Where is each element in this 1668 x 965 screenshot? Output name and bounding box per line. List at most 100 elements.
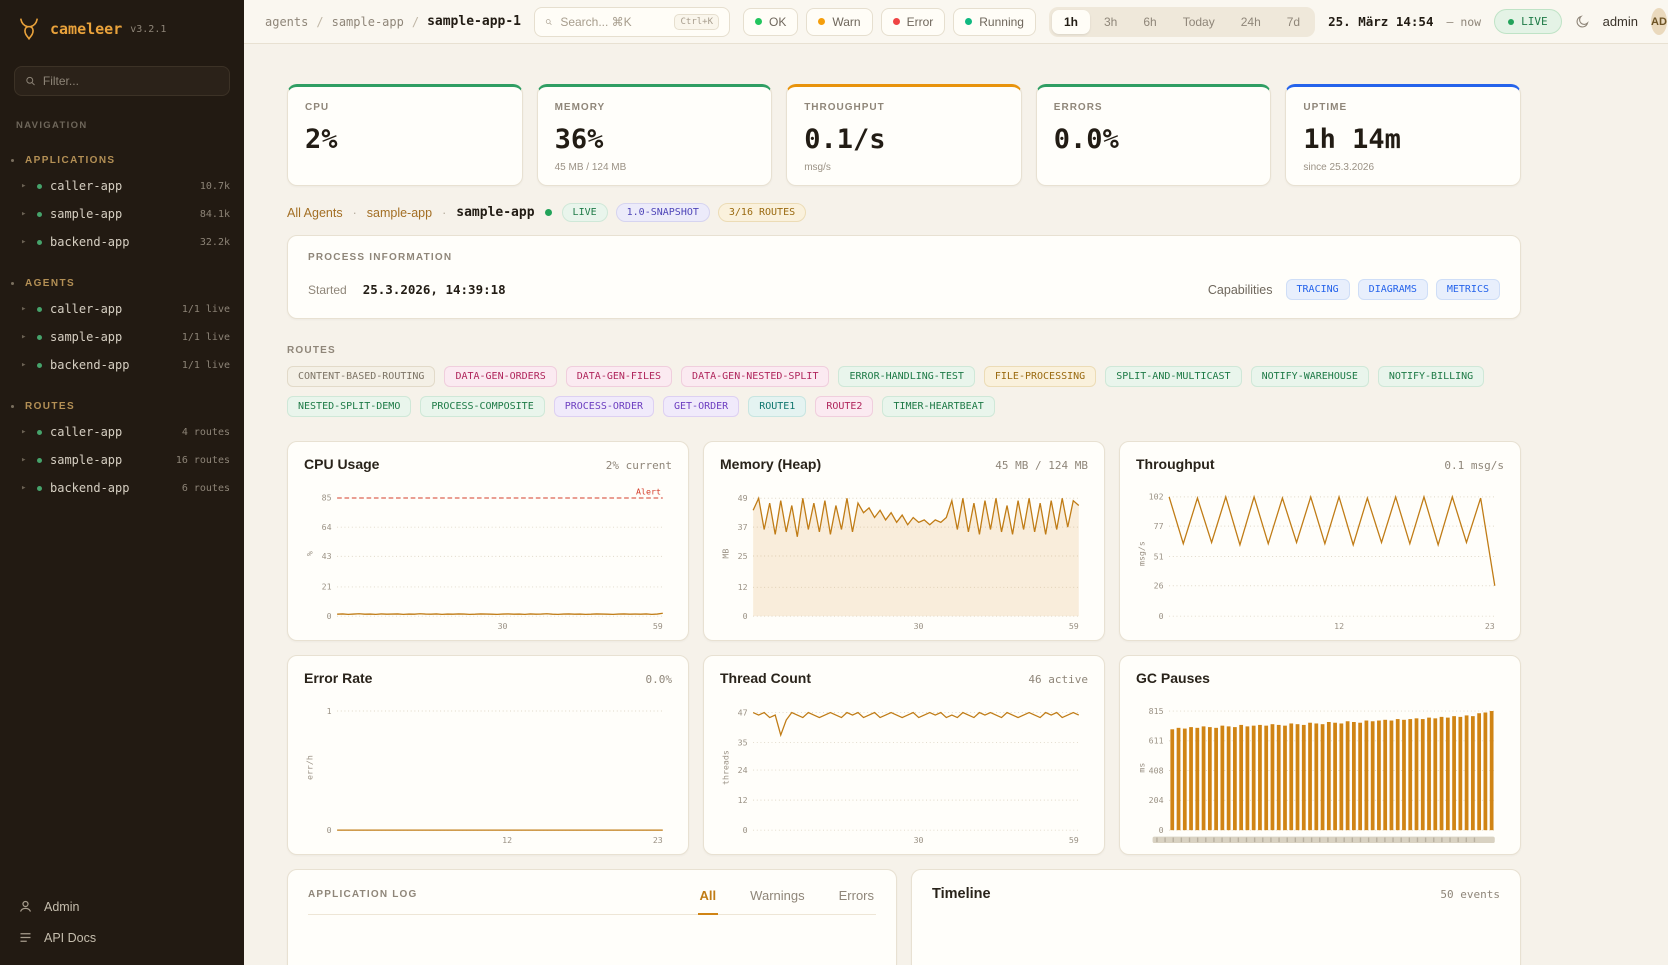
time-range-button[interactable]: 6h	[1131, 10, 1168, 34]
search-input[interactable]	[560, 15, 666, 29]
capability-chip[interactable]: METRICS	[1436, 279, 1500, 300]
topbar: agents / sample-app / sample-app-1 Ctrl+…	[244, 0, 1668, 44]
sidebar-item[interactable]: ▸ sample-app 16 routes	[0, 446, 244, 474]
svg-text:msg/s: msg/s	[1136, 541, 1146, 566]
app-logo[interactable]: cameleer v3.2.1	[0, 0, 244, 54]
chevron-right-icon: ▸	[21, 360, 29, 370]
capabilities-label: Capabilities	[1208, 283, 1273, 297]
svg-text:51: 51	[1154, 551, 1164, 561]
status-filter-chip[interactable]: Running	[953, 8, 1036, 36]
route-chip[interactable]: NOTIFY-WAREHOUSE	[1251, 366, 1369, 387]
sample-app-link[interactable]: sample-app	[367, 206, 432, 220]
sidebar-item-admin[interactable]: Admin	[18, 899, 226, 914]
status-filter-chip[interactable]: Warn	[806, 8, 872, 36]
section-bullet-icon	[11, 405, 14, 408]
chevron-right-icon: ▸	[21, 181, 29, 191]
chart-plot: 01err/h1223	[304, 694, 672, 846]
time-range-button[interactable]: 24h	[1229, 10, 1273, 34]
chart-card: CPU Usage 2% current 021436485%3059Alert	[287, 441, 689, 641]
chart-plot: 012243547threads3059	[720, 694, 1088, 846]
svg-text:30: 30	[498, 621, 508, 631]
chart-card: Error Rate 0.0% 01err/h1223	[287, 655, 689, 855]
route-chip[interactable]: ROUTE2	[815, 396, 873, 417]
metric-title: THROUGHPUT	[804, 102, 1004, 113]
route-chip[interactable]: CONTENT-BASED-ROUTING	[287, 366, 435, 387]
time-range-button[interactable]: 7d	[1275, 10, 1312, 34]
search-icon	[25, 75, 36, 87]
metric-title: ERRORS	[1054, 102, 1254, 113]
sidebar-section-routes: ROUTES ▸ caller-app 4 routes ▸ sample-ap…	[0, 395, 244, 502]
chart-current-value: 0.0%	[646, 673, 673, 686]
chevron-right-icon: ▸	[21, 483, 29, 493]
route-chip[interactable]: ERROR-HANDLING-TEST	[838, 366, 974, 387]
sidebar-item-badge: 1/1 live	[182, 332, 230, 343]
sidebar-item[interactable]: ▸ sample-app 1/1 live	[0, 323, 244, 351]
route-chip[interactable]: PROCESS-ORDER	[554, 396, 654, 417]
route-chip[interactable]: FILE-PROCESSING	[984, 366, 1096, 387]
status-dot-icon	[37, 430, 42, 435]
svg-text:47: 47	[738, 707, 748, 717]
metric-subtext: since 25.3.2026	[1303, 162, 1503, 174]
route-chip[interactable]: ROUTE1	[748, 396, 806, 417]
svg-text:0: 0	[327, 611, 332, 621]
dark-mode-toggle[interactable]	[1575, 14, 1590, 29]
svg-text:12: 12	[502, 835, 512, 845]
route-chip[interactable]: GET-ORDER	[663, 396, 739, 417]
time-range-button[interactable]: Today	[1171, 10, 1227, 34]
sidebar-item[interactable]: ▸ caller-app 4 routes	[0, 418, 244, 446]
sidebar-item[interactable]: ▸ sample-app 84.1k	[0, 200, 244, 228]
sidebar-footer-label: Admin	[44, 900, 79, 914]
chart-title: Throughput	[1136, 456, 1215, 472]
sidebar-footer: Admin API Docs	[0, 887, 244, 965]
status-filter-chip[interactable]: OK	[743, 8, 798, 36]
sidebar-item-badge: 84.1k	[200, 209, 230, 220]
bottom-row: APPLICATION LOG All Warnings Errors	[287, 869, 1521, 965]
sidebar-item[interactable]: ▸ caller-app 10.7k	[0, 172, 244, 200]
svg-text:25: 25	[738, 551, 748, 561]
status-filter-chip[interactable]: Error	[881, 8, 946, 36]
section-bullet-icon	[11, 282, 14, 285]
timeline-title: Timeline	[932, 886, 991, 902]
sidebar-item[interactable]: ▸ backend-app 32.2k	[0, 228, 244, 256]
svg-text:1: 1	[327, 706, 332, 716]
time-range-button[interactable]: 1h	[1052, 10, 1090, 34]
moon-icon	[1575, 14, 1590, 29]
sidebar-item[interactable]: ▸ caller-app 1/1 live	[0, 295, 244, 323]
log-tab[interactable]: Errors	[837, 888, 876, 915]
chart-card: Throughput 0.1 msg/s 0265177102msg/s1223	[1119, 441, 1521, 641]
breadcrumb-sample-app[interactable]: sample-app	[332, 15, 404, 29]
log-tab[interactable]: Warnings	[748, 888, 806, 915]
capability-chip[interactable]: DIAGRAMS	[1358, 279, 1428, 300]
application-log-title: APPLICATION LOG	[308, 889, 417, 914]
sidebar-filter-input[interactable]	[43, 74, 219, 88]
chart-plot: 012253749MB3059	[720, 480, 1088, 632]
route-chip[interactable]: DATA-GEN-NESTED-SPLIT	[681, 366, 829, 387]
route-chip[interactable]: NESTED-SPLIT-DEMO	[287, 396, 411, 417]
log-tab[interactable]: All	[698, 888, 719, 915]
route-chip[interactable]: NOTIFY-BILLING	[1378, 366, 1484, 387]
route-chip[interactable]: SPLIT-AND-MULTICAST	[1105, 366, 1241, 387]
sidebar-item[interactable]: ▸ backend-app 1/1 live	[0, 351, 244, 379]
breadcrumb-agents[interactable]: agents	[265, 15, 308, 29]
route-chip[interactable]: PROCESS-COMPOSITE	[420, 396, 544, 417]
avatar[interactable]: AD	[1651, 8, 1667, 35]
capability-chip[interactable]: TRACING	[1286, 279, 1350, 300]
sidebar-item-badge: 6 routes	[182, 483, 230, 494]
metric-card: UPTIME 1h 14m since 25.3.2026	[1285, 84, 1521, 186]
sidebar-item[interactable]: ▸ backend-app 6 routes	[0, 474, 244, 502]
time-range-start[interactable]: 25. März 14:54	[1328, 14, 1433, 29]
svg-text:Alert: Alert	[636, 486, 661, 496]
svg-text:MB: MB	[720, 549, 730, 559]
route-chip[interactable]: DATA-GEN-ORDERS	[444, 366, 556, 387]
time-range-button[interactable]: 3h	[1092, 10, 1129, 34]
sidebar-item-api-docs[interactable]: API Docs	[18, 930, 226, 945]
live-badge[interactable]: LIVE	[1494, 9, 1562, 34]
chart-current-value: 2% current	[606, 459, 672, 472]
svg-text:85: 85	[322, 493, 332, 503]
svg-text:815: 815	[1149, 706, 1164, 716]
all-agents-link[interactable]: All Agents	[287, 206, 343, 220]
route-chip[interactable]: DATA-GEN-FILES	[566, 366, 672, 387]
route-chip[interactable]: TIMER-HEARTBEAT	[882, 396, 994, 417]
current-agent-name: sample-app	[456, 205, 534, 220]
metric-value: 2%	[305, 124, 505, 155]
